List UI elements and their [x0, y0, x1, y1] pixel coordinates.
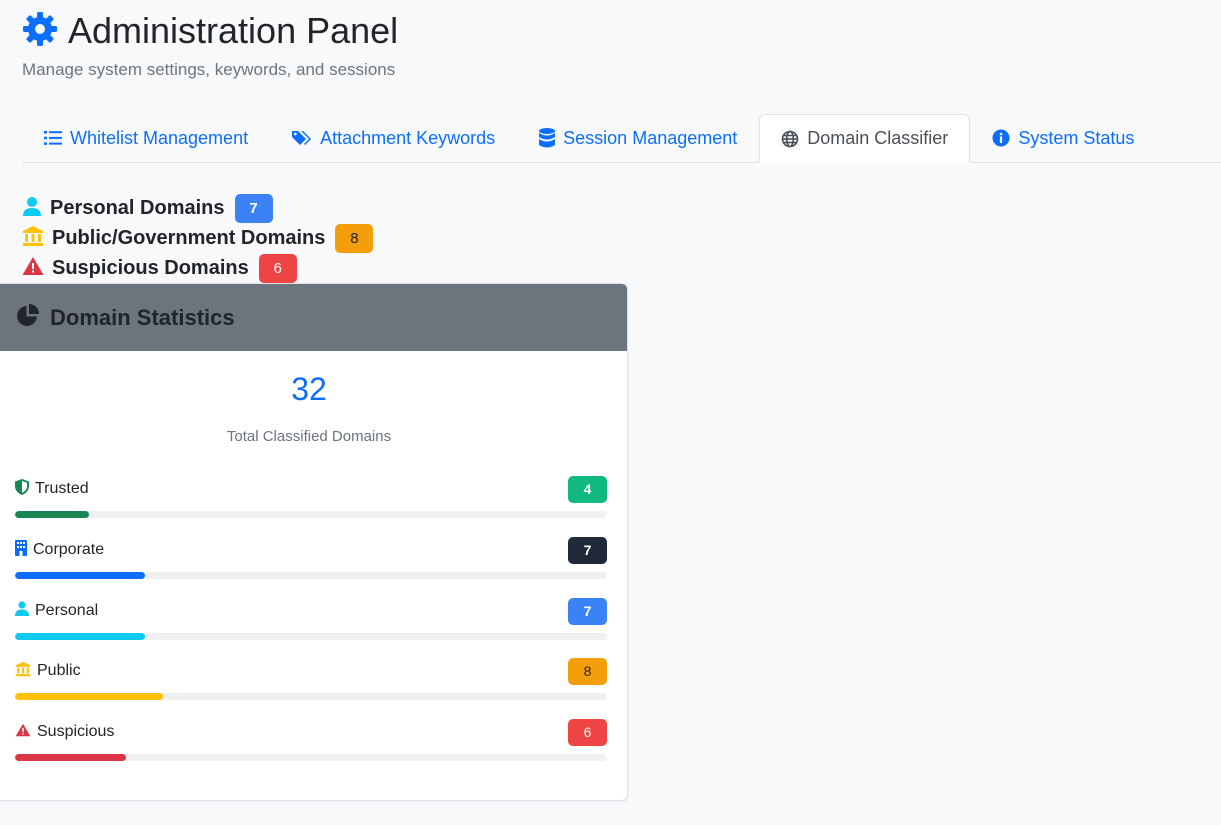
- tab-attachment-keywords[interactable]: Attachment Keywords: [270, 114, 517, 162]
- admin-tabs: Whitelist Management Attachment Keywords…: [22, 114, 1221, 163]
- tab-session-management[interactable]: Session Management: [517, 114, 759, 162]
- category-public-government: Public/Government Domains 8: [22, 223, 374, 253]
- building-icon: [15, 539, 27, 561]
- progress-track: [15, 754, 607, 761]
- bank-icon: [15, 661, 31, 682]
- user-icon: [15, 601, 29, 621]
- stat-trusted: Trusted 4: [15, 475, 607, 518]
- domain-statistics-card: Domain Statistics 32 Total Classified Do…: [0, 283, 628, 801]
- progress-track: [15, 633, 607, 640]
- pie-chart-icon: [16, 303, 40, 332]
- stat-label: Public: [37, 662, 81, 679]
- card-title: Domain Statistics: [50, 304, 235, 330]
- count-badge: 7: [568, 536, 607, 564]
- warning-icon: [22, 256, 44, 281]
- info-circle-icon: [992, 129, 1010, 147]
- tab-label: Session Management: [563, 127, 738, 148]
- tab-label: Whitelist Management: [70, 127, 249, 148]
- gear-icon: [22, 11, 58, 52]
- stat-label: Corporate: [33, 541, 105, 558]
- total-count: 32: [291, 371, 327, 407]
- database-icon: [539, 128, 556, 148]
- stat-label: Suspicious: [37, 723, 115, 740]
- count-badge: 7: [234, 193, 273, 223]
- progress-track: [15, 511, 607, 518]
- category-label: Personal Domains: [50, 196, 225, 219]
- tab-domain-classifier[interactable]: Domain Classifier: [759, 114, 971, 163]
- total-label: Total Classified Domains: [226, 428, 392, 445]
- category-label: Public/Government Domains: [52, 226, 326, 249]
- count-badge: 7: [568, 597, 607, 625]
- globe-icon: [781, 130, 799, 148]
- domain-category-summary: Personal Domains 7 Public/Government Dom…: [22, 193, 374, 283]
- stat-label: Trusted: [35, 480, 89, 497]
- progress-track: [15, 572, 607, 579]
- page-title: Administration Panel: [68, 10, 399, 51]
- tab-system-status[interactable]: System Status: [970, 114, 1156, 162]
- tab-label: Attachment Keywords: [320, 127, 496, 148]
- page-header: Administration Panel Manage system setti…: [22, 8, 398, 80]
- page-subtitle: Manage system settings, keywords, and se…: [22, 60, 396, 79]
- progress-bar: [15, 754, 127, 761]
- stat-corporate: Corporate 7: [15, 536, 607, 579]
- count-badge: 6: [258, 253, 297, 283]
- shield-icon: [15, 478, 29, 500]
- bank-icon: [22, 225, 44, 252]
- progress-bar: [15, 693, 163, 700]
- list-icon: [44, 130, 62, 146]
- count-badge: 8: [335, 223, 374, 253]
- count-badge: 4: [568, 475, 607, 503]
- progress-bar: [15, 572, 145, 579]
- progress-bar: [15, 511, 89, 518]
- category-label: Suspicious Domains: [52, 256, 249, 279]
- progress-bar: [15, 633, 145, 640]
- count-badge: 8: [568, 657, 607, 685]
- stat-personal: Personal 7: [15, 597, 607, 640]
- stat-label: Personal: [35, 602, 99, 619]
- category-personal: Personal Domains 7: [22, 193, 373, 223]
- tab-whitelist-management[interactable]: Whitelist Management: [22, 114, 270, 162]
- card-header: Domain Statistics: [0, 284, 627, 351]
- tab-label: Domain Classifier: [807, 128, 949, 148]
- stat-public: Public 8: [15, 657, 607, 700]
- stat-suspicious: Suspicious 6: [15, 718, 607, 761]
- tags-icon: [292, 129, 312, 147]
- count-badge: 6: [568, 718, 607, 746]
- category-suspicious: Suspicious Domains 6: [22, 253, 373, 283]
- tab-label: System Status: [1018, 127, 1135, 148]
- warning-icon: [15, 723, 31, 742]
- progress-track: [15, 693, 607, 700]
- user-icon: [22, 196, 42, 221]
